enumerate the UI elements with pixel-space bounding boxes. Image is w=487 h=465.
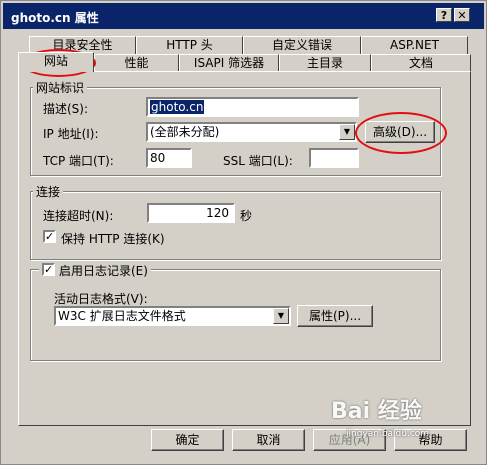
properties-dialog: ghoto.cn 属性 ? ✕ 目录安全性 HTTP 头 自定义错误 ASP.N… <box>0 0 487 465</box>
description-input[interactable]: ghoto.cn <box>146 97 359 117</box>
connection-legend: 连接 <box>33 183 64 200</box>
window-title: ghoto.cn 属性 <box>11 11 99 25</box>
annotation-circle-advanced-button <box>355 112 447 154</box>
description-value: ghoto.cn <box>150 100 205 114</box>
cancel-button[interactable]: 取消 <box>232 429 305 451</box>
ip-address-label: IP 地址(I): <box>43 127 99 141</box>
log-format-select[interactable]: W3C 扩展日志文件格式 ▼ <box>54 306 291 326</box>
tab-website[interactable]: 网站 <box>18 52 94 72</box>
ip-address-value: (全部未分配) <box>150 125 220 139</box>
tcp-port-label: TCP 端口(T): <box>43 154 114 168</box>
watermark-url: jingyan.baidu.com <box>346 429 430 439</box>
log-properties-button[interactable]: 属性(P)... <box>297 305 373 327</box>
description-label: 描述(S): <box>43 102 89 116</box>
close-title-button[interactable]: ✕ <box>454 8 470 22</box>
timeout-label: 连接超时(N): <box>43 209 114 223</box>
ssl-port-input[interactable] <box>309 148 359 168</box>
tcp-port-input[interactable]: 80 <box>146 148 192 168</box>
ip-address-select[interactable]: (全部未分配) ▼ <box>146 122 357 142</box>
chevron-down-icon[interactable]: ▼ <box>339 124 355 140</box>
title-bar: ghoto.cn 属性 ? ✕ <box>3 3 484 29</box>
tab-aspnet[interactable]: ASP.NET <box>361 36 468 54</box>
help-title-button[interactable]: ? <box>436 8 452 22</box>
tab-documents[interactable]: 文档 <box>371 54 471 72</box>
keepalive-checkbox[interactable]: ✓ <box>43 230 56 243</box>
tab-performance[interactable]: 性能 <box>94 54 179 72</box>
log-format-value: W3C 扩展日志文件格式 <box>58 309 186 323</box>
tab-http-headers[interactable]: HTTP 头 <box>136 36 243 54</box>
watermark-logo: Bai 经验 <box>331 399 422 424</box>
tab-home-directory[interactable]: 主目录 <box>279 54 371 72</box>
timeout-input[interactable]: 120 <box>147 203 235 223</box>
identification-legend: 网站标识 <box>33 79 88 96</box>
ok-button[interactable]: 确定 <box>151 429 224 451</box>
keepalive-label: 保持 HTTP 连接(K) <box>61 232 165 246</box>
connection-group <box>30 191 441 260</box>
log-format-label: 活动日志格式(V): <box>54 292 148 306</box>
chevron-down-icon[interactable]: ▼ <box>273 308 289 324</box>
timeout-unit: 秒 <box>240 209 253 223</box>
enable-logging-label: 启用日志记录(E) <box>59 264 148 278</box>
enable-logging-checkbox[interactable]: ✓ <box>42 263 55 276</box>
ssl-port-label: SSL 端口(L): <box>223 154 293 168</box>
logging-legend: ✓ 启用日志记录(E) <box>39 262 151 279</box>
tab-custom-errors[interactable]: 自定义错误 <box>243 36 361 54</box>
tab-isapi-filters[interactable]: ISAPI 筛选器 <box>179 54 279 72</box>
